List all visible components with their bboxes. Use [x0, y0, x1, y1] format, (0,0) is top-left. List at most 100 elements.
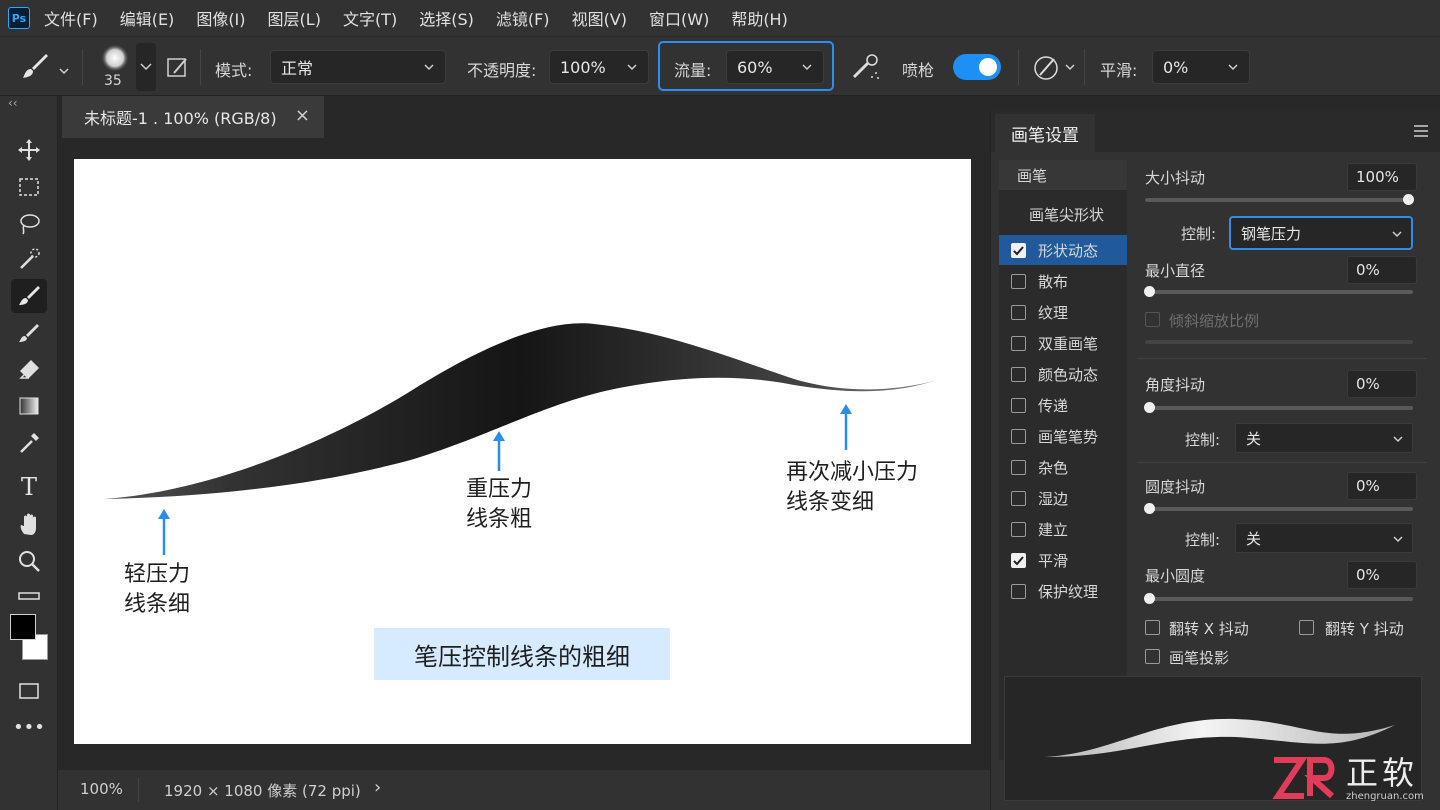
min-roundness-field[interactable]: 0%	[1347, 561, 1417, 589]
checkbox[interactable]	[1011, 366, 1026, 382]
sidebar-item[interactable]: 画笔笔势	[999, 421, 1127, 451]
panel-menu-icon[interactable]	[1413, 123, 1429, 142]
menu-edit[interactable]: 编辑(E)	[120, 6, 175, 30]
checkbox[interactable]	[1011, 521, 1026, 537]
size-jitter-field[interactable]: 100%	[1347, 163, 1417, 191]
annotation-line: 线条粗	[466, 507, 533, 532]
brush-settings-panel-icon[interactable]	[166, 55, 190, 83]
menu-type[interactable]: 文字(T)	[343, 6, 397, 30]
eyedropper-tool-icon[interactable]	[11, 426, 47, 460]
smoothing-value: 0%	[1163, 57, 1189, 77]
sidebar-item[interactable]: 保护纹理	[999, 576, 1127, 606]
menu-image[interactable]: 图像(I)	[196, 6, 245, 30]
gradient-tool-icon[interactable]	[11, 389, 47, 423]
pressure-size-icon[interactable]	[1032, 53, 1076, 87]
zoom-level[interactable]: 100%	[80, 780, 123, 798]
zoom-tool-icon[interactable]	[11, 544, 47, 578]
min-diameter-field[interactable]: 0%	[1347, 256, 1417, 284]
color-swatches[interactable]	[10, 614, 48, 664]
brush-projection-checkbox[interactable]	[1145, 649, 1160, 664]
checkmark-icon	[1013, 555, 1024, 565]
brush-tool-icon[interactable]	[11, 279, 47, 313]
sidebar-item-brush[interactable]: 画笔	[999, 160, 1127, 190]
checkbox[interactable]	[1011, 242, 1026, 258]
brush-picker-chevron-icon[interactable]	[136, 43, 156, 91]
type-tool-icon[interactable]: T	[11, 470, 47, 504]
min-diameter-slider[interactable]	[1144, 286, 1413, 297]
sidebar-item-tip-shape[interactable]: 画笔尖形状	[999, 199, 1127, 229]
quick-mask-icon[interactable]	[11, 674, 47, 708]
size-jitter-slider[interactable]	[1145, 194, 1414, 205]
checkbox[interactable]	[1011, 459, 1026, 475]
slider-knob[interactable]	[1144, 503, 1155, 514]
slider-knob[interactable]	[1144, 402, 1155, 413]
menu-view[interactable]: 视图(V)	[572, 6, 627, 30]
slider-knob[interactable]	[1403, 194, 1414, 205]
tool-preset-chevron-icon[interactable]	[58, 61, 70, 80]
annotation-line: 轻压力	[124, 562, 191, 587]
size-control-dropdown[interactable]: 钢笔压力	[1229, 216, 1413, 250]
mode-dropdown[interactable]: 正常	[270, 50, 446, 84]
checkbox[interactable]	[1011, 428, 1026, 444]
menu-filter[interactable]: 滤镜(F)	[496, 6, 550, 30]
sidebar-item[interactable]: 建立	[999, 514, 1127, 544]
quick-selection-tool-icon[interactable]	[11, 242, 47, 276]
menu-select[interactable]: 选择(S)	[419, 6, 474, 30]
min-roundness-slider[interactable]	[1144, 593, 1413, 604]
checkbox[interactable]	[1011, 490, 1026, 506]
menu-help[interactable]: 帮助(H)	[731, 6, 788, 30]
angle-jitter-field[interactable]: 0%	[1347, 370, 1417, 398]
sidebar-item[interactable]: 双重画笔	[999, 328, 1127, 358]
sidebar-item[interactable]: 平滑	[999, 545, 1127, 575]
flip-x-checkbox[interactable]	[1145, 620, 1160, 635]
checkbox[interactable]	[1011, 583, 1026, 599]
tilt-scale-checkbox[interactable]	[1145, 312, 1160, 327]
more-tools-icon[interactable]: •••	[11, 710, 47, 744]
flip-y-checkbox[interactable]	[1299, 620, 1314, 635]
slider-knob[interactable]	[1144, 593, 1155, 604]
menu-layer[interactable]: 图层(L)	[268, 6, 321, 30]
lasso-tool-icon[interactable]	[11, 206, 47, 240]
sidebar-item[interactable]: 颜色动态	[999, 359, 1127, 389]
checkbox[interactable]	[1011, 397, 1026, 413]
checkbox[interactable]	[1011, 304, 1026, 320]
roundness-control-dropdown[interactable]: 关	[1235, 523, 1413, 553]
collapse-toolbar-icon[interactable]: ‹‹	[8, 96, 18, 110]
menu-window[interactable]: 窗口(W)	[649, 6, 709, 30]
move-tool-icon[interactable]	[11, 133, 47, 167]
menu-file[interactable]: 文件(F)	[44, 6, 98, 30]
mixer-brush-tool-icon[interactable]	[11, 316, 47, 350]
document-tab[interactable]: 未标题-1 . 100% (RGB/8) ×	[62, 96, 324, 138]
airbrush-icon[interactable]	[850, 53, 882, 87]
slider-knob[interactable]	[1144, 286, 1155, 297]
checkbox[interactable]	[1011, 552, 1026, 568]
foreground-color-swatch[interactable]	[10, 614, 36, 640]
smoothing-dropdown[interactable]: 0%	[1152, 50, 1250, 84]
checkbox[interactable]	[1011, 273, 1026, 289]
sidebar-item[interactable]: 形状动态	[999, 235, 1127, 265]
roundness-jitter-slider[interactable]	[1144, 503, 1413, 514]
sidebar-item[interactable]: 散布	[999, 266, 1127, 296]
document-canvas[interactable]: 轻压力 线条细 重压力 线条粗 再次减小压力 线条变细 笔压控制线条的粗细	[74, 159, 971, 744]
angle-control-dropdown[interactable]: 关	[1235, 423, 1413, 453]
sidebar-item[interactable]: 传递	[999, 390, 1127, 420]
brush-tool-icon[interactable]	[20, 51, 50, 85]
hand-tool-icon[interactable]	[11, 508, 47, 542]
roundness-jitter-field[interactable]: 0%	[1347, 472, 1417, 500]
status-menu-arrow-icon[interactable]: ›	[374, 777, 381, 798]
edit-toolbar-icon[interactable]	[11, 580, 47, 614]
angle-jitter-slider[interactable]	[1144, 402, 1413, 413]
checkbox[interactable]	[1011, 335, 1026, 351]
close-icon[interactable]: ×	[295, 105, 310, 126]
sidebar-item[interactable]: 湿边	[999, 483, 1127, 513]
airbrush-toggle[interactable]	[953, 54, 1001, 80]
brush-preset-picker[interactable]	[100, 43, 130, 73]
brush-settings-tab[interactable]: 画笔设置	[995, 114, 1095, 152]
sidebar-item[interactable]: 纹理	[999, 297, 1127, 327]
marquee-tool-icon[interactable]	[11, 170, 47, 204]
checkmark-icon	[1013, 245, 1024, 255]
opacity-dropdown[interactable]: 100%	[549, 50, 649, 84]
eraser-tool-icon[interactable]	[11, 352, 47, 386]
sidebar-item[interactable]: 杂色	[999, 452, 1127, 482]
chevron-down-icon	[1392, 231, 1402, 238]
